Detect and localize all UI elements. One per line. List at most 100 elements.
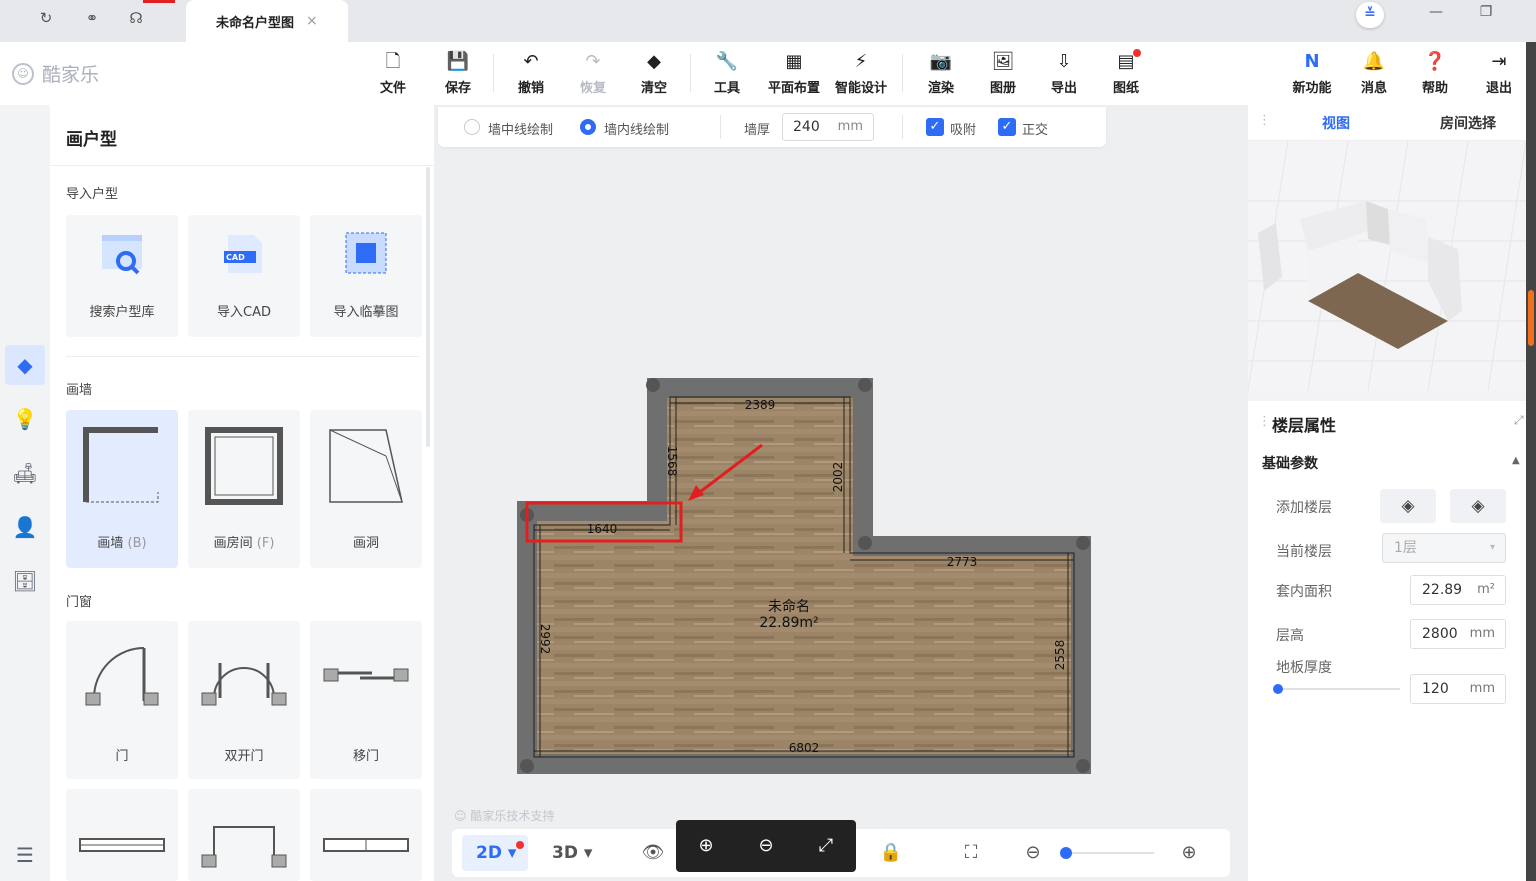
app-logo: ☺ 酷家乐 — [12, 60, 99, 87]
drawing-icon: ▤ — [1117, 51, 1135, 72]
headset-icon[interactable]: ☊ — [124, 6, 148, 30]
room-floor[interactable] — [537, 398, 1071, 754]
save-button[interactable]: 💾 保存 — [426, 50, 490, 96]
bay-window-card[interactable] — [188, 789, 300, 881]
zoom-out-popover-icon[interactable]: ⊖ — [754, 834, 778, 858]
help-button[interactable]: ❓ 帮助 — [1403, 50, 1467, 96]
drawing-badge — [1133, 49, 1141, 57]
file-icon: 🗋 — [385, 51, 401, 72]
layers-icon: ◆ — [17, 353, 33, 377]
tab-room-select[interactable]: 房间选择 — [1440, 113, 1496, 133]
eraser-icon: ◆ — [647, 51, 661, 72]
document-tab-title: 未命名户型图 — [216, 15, 295, 31]
minimize-button[interactable]: — — [1424, 4, 1448, 26]
undo-button[interactable]: ↶ 撤销 — [499, 50, 563, 96]
restore-button[interactable]: ❐ — [1474, 4, 1498, 26]
rail-floorplan[interactable]: ◆ — [5, 345, 45, 385]
dim-top: 2389 — [745, 398, 776, 412]
floor-thickness-field[interactable]: 120 mm — [1410, 674, 1506, 704]
props-drag-handle-icon[interactable]: ⋮ — [1258, 414, 1271, 429]
help-icon: ❓ — [1423, 51, 1447, 72]
drawing-button[interactable]: ▤ 图纸 — [1094, 50, 1158, 96]
tab-view[interactable]: 视图 — [1322, 113, 1350, 133]
mode-3d-button[interactable]: 3D ▾ — [552, 837, 592, 869]
smart-design-button[interactable]: ⚡ 智能设计 — [829, 50, 893, 96]
camera-icon: 📷 — [929, 51, 953, 72]
dim-right-step: 2773 — [947, 555, 978, 569]
bay-window-icon — [201, 826, 287, 868]
album-button[interactable]: 🖼 图册 — [971, 50, 1035, 96]
draw-wall-card[interactable]: 画墙 (B) — [66, 410, 178, 568]
room-area: 22.89m² — [759, 615, 818, 631]
sliding-door-card[interactable]: 移门 — [310, 621, 422, 779]
clear-button[interactable]: ◆ 清空 — [622, 50, 686, 96]
draw-room-icon — [205, 427, 283, 505]
double-door-card[interactable]: 双开门 — [188, 621, 300, 779]
render-button[interactable]: 📷 渲染 — [909, 50, 973, 96]
export-button[interactable]: ⇩ 导出 — [1032, 50, 1096, 96]
current-floor-select[interactable]: 1层 ▾ — [1382, 533, 1506, 563]
inner-area-field[interactable]: 22.89 m² — [1410, 575, 1506, 605]
zoom-slider[interactable] — [1066, 852, 1154, 854]
rail-furniture[interactable]: 🛋 — [5, 453, 45, 493]
floorplan-drawing[interactable]: 2389 1568 2002 1640 2773 2992 2558 6802 … — [434, 105, 1248, 881]
lock-icon[interactable]: 🔒 — [876, 837, 906, 869]
layout-button[interactable]: ▦ 平面布置 — [762, 50, 826, 96]
collapse-arrow-icon[interactable]: ▲ — [1512, 455, 1520, 466]
left-icon-rail: ◆ 💡 🛋 👤 🗄 ☰ — [0, 105, 50, 881]
double-door-icon — [201, 663, 287, 706]
image-icon: 🖼 — [991, 51, 1015, 72]
dim-right-upper: 2002 — [831, 462, 845, 493]
fit-screen-icon[interactable]: ⤢ — [814, 834, 838, 858]
logout-button[interactable]: ⇥ 退出 — [1467, 50, 1531, 96]
collapse-toolbar-button[interactable]: ≚ — [1356, 2, 1384, 28]
zoom-out-icon[interactable]: ⊖ — [1018, 837, 1048, 869]
redo-button[interactable]: ↷ 恢复 — [561, 50, 625, 96]
rail-user[interactable]: 👤 — [5, 507, 45, 547]
zoom-in-icon[interactable]: ⊕ — [1174, 837, 1204, 869]
zoom-slider-handle[interactable] — [1060, 847, 1072, 859]
tools-button[interactable]: 🔧 工具 — [695, 50, 759, 96]
zoom-in-popover-icon[interactable]: ⊕ — [694, 834, 718, 858]
close-tab-icon[interactable]: × — [306, 13, 318, 29]
panel-scrollbar[interactable] — [426, 167, 430, 447]
user-icon: 👤 — [12, 515, 38, 539]
preview-3d-scene[interactable] — [1248, 141, 1526, 391]
add-floor-above-button[interactable]: ◈ — [1380, 489, 1436, 523]
mode-2d-badge — [516, 841, 524, 849]
link-icon[interactable]: ⚭ — [80, 6, 104, 30]
file-button[interactable]: 🗋 文件 — [361, 50, 425, 96]
rail-cabinet[interactable]: 🗄 — [5, 561, 45, 601]
draw-room-card[interactable]: 画房间 (F) — [188, 410, 300, 568]
notification-strip — [143, 0, 175, 3]
messages-button[interactable]: 🔔 消息 — [1342, 50, 1406, 96]
design-canvas[interactable]: 墙中线绘制 墙内线绘制 墙厚 240 mm ✓ 吸附 ✓ 正交 2389 156… — [434, 105, 1248, 881]
import-cad-card[interactable]: CAD 导入CAD — [188, 215, 300, 337]
draw-hole-icon — [329, 429, 403, 503]
expand-icon[interactable]: ⤢ — [1514, 413, 1524, 428]
add-floor-below-button[interactable]: ◈ — [1450, 489, 1506, 523]
search-floorplan-lib-card[interactable]: 搜索户型库 — [66, 215, 178, 337]
focus-icon[interactable]: ⛶ — [956, 837, 986, 869]
long-window-card[interactable] — [310, 789, 422, 881]
mode-2d-button[interactable]: 2D ▾ — [476, 837, 516, 869]
chevron-down-icon: ▾ — [1489, 542, 1495, 553]
floor-thickness-slider-handle[interactable] — [1273, 684, 1283, 694]
rail-list[interactable]: ☰ — [5, 835, 45, 875]
long-window-icon — [323, 838, 409, 852]
door-card[interactable]: 门 — [66, 621, 178, 779]
visibility-icon[interactable]: 👁 — [638, 837, 668, 869]
room-name[interactable]: 未命名 — [768, 598, 810, 615]
new-features-button[interactable]: N 新功能 — [1280, 50, 1344, 96]
document-tab[interactable]: 未命名户型图 × — [186, 0, 348, 42]
floor-height-field[interactable]: 2800 mm — [1410, 619, 1506, 649]
rail-lighting[interactable]: 💡 — [5, 399, 45, 439]
import-trace-card[interactable]: 导入临摹图 — [310, 215, 422, 337]
bulb-icon: 💡 — [12, 407, 38, 431]
window-card[interactable] — [66, 789, 178, 881]
draw-hole-card[interactable]: 画洞 — [310, 410, 422, 568]
drag-handle-icon[interactable]: ⋮ — [1258, 113, 1271, 128]
refresh-icon[interactable]: ↻ — [34, 6, 58, 30]
floor-thickness-slider[interactable] — [1276, 688, 1400, 690]
main-toolbar: ☺ 酷家乐 🗋 文件 💾 保存 ↶ 撤销 ↷ 恢复 ◆ 清空 🔧 工具 ▦ 平面布置 ⚡ 智能设… — [0, 42, 1536, 105]
